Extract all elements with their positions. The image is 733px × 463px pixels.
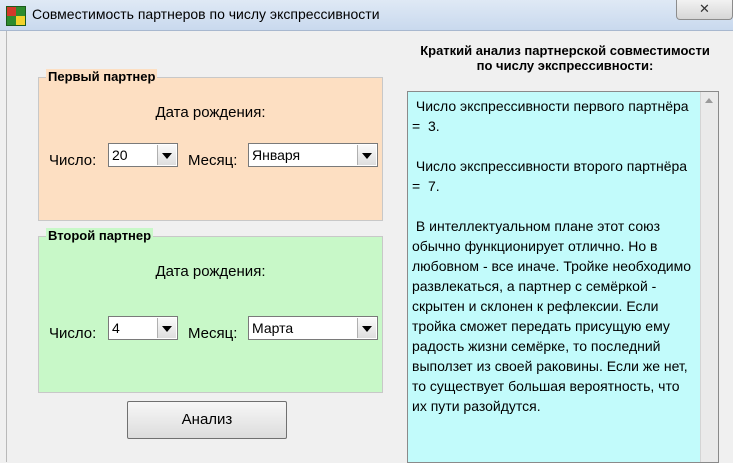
result-scrollbar[interactable] xyxy=(700,92,718,462)
chevron-down-icon[interactable] xyxy=(157,145,176,165)
first-partner-month-value: Января xyxy=(252,147,301,163)
first-partner-day-select[interactable]: 20 xyxy=(108,143,178,167)
analyze-button[interactable]: Анализ xyxy=(127,401,287,439)
second-partner-dob-label: Дата рождения: xyxy=(155,263,266,280)
close-icon: ✕ xyxy=(699,1,710,16)
second-partner-group: Второй партнер Дата рождения: Число: 4 М… xyxy=(38,228,383,393)
second-partner-month-value: Марта xyxy=(252,320,294,336)
first-partner-month-label: Месяц: xyxy=(188,152,238,169)
first-partner-day-label: Число: xyxy=(49,152,97,169)
second-partner-month-select[interactable]: Марта xyxy=(248,316,378,340)
first-partner-month-select[interactable]: Января xyxy=(248,143,378,167)
result-textarea[interactable]: Число экспрессивности первого партнёра =… xyxy=(407,91,719,463)
second-partner-legend: Второй партнер xyxy=(46,228,154,244)
second-partner-day-select[interactable]: 4 xyxy=(108,316,178,340)
chevron-down-icon[interactable] xyxy=(357,318,376,338)
second-partner-day-value: 4 xyxy=(112,320,120,336)
first-partner-dob-label: Дата рождения: xyxy=(155,104,266,121)
second-partner-day-label: Число: xyxy=(49,325,97,342)
window-client-area: Первый партнер Дата рождения: Число: 20 … xyxy=(6,31,733,463)
close-button[interactable]: ✕ xyxy=(676,0,733,20)
title-bar: Совместимость партнеров по числу экспрес… xyxy=(0,0,733,31)
chevron-down-icon[interactable] xyxy=(357,145,376,165)
scroll-up-arrow-icon[interactable] xyxy=(705,98,713,103)
first-partner-legend: Первый партнер xyxy=(46,69,158,85)
app-icon xyxy=(6,6,26,26)
result-text: Число экспрессивности первого партнёра =… xyxy=(412,98,692,414)
chevron-down-icon[interactable] xyxy=(157,318,176,338)
window-title: Совместимость партнеров по числу экспрес… xyxy=(32,6,380,22)
result-title: Краткий анализ партнерской совместимости… xyxy=(420,43,710,73)
first-partner-day-value: 20 xyxy=(112,147,128,163)
second-partner-month-label: Месяц: xyxy=(188,325,238,342)
first-partner-group: Первый партнер Дата рождения: Число: 20 … xyxy=(38,69,383,221)
